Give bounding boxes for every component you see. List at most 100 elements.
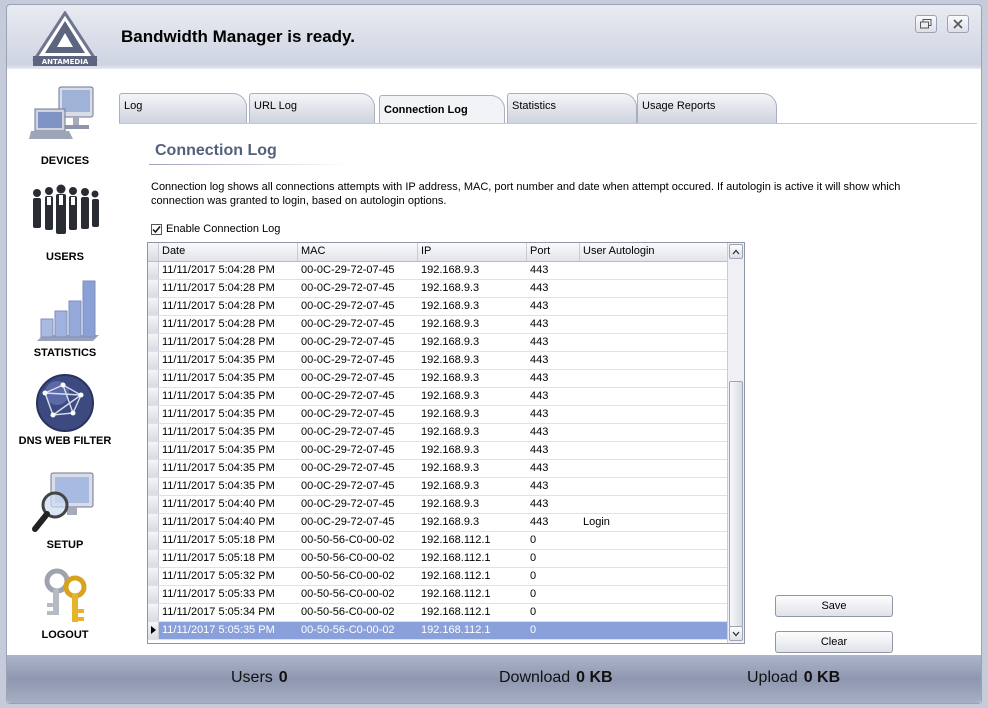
cell-ip: 192.168.9.3 xyxy=(421,336,480,348)
sidebar-item-label: SETUP xyxy=(46,539,84,551)
row-indicator[interactable] xyxy=(148,298,159,315)
row-indicator[interactable] xyxy=(148,514,159,531)
tab-connection-log[interactable]: Connection Log xyxy=(379,95,505,125)
enable-connection-log-label[interactable]: Enable Connection Log xyxy=(166,223,280,235)
row-indicator[interactable] xyxy=(148,550,159,567)
row-indicator[interactable] xyxy=(148,352,159,369)
column-header-port[interactable]: Port xyxy=(527,243,580,261)
row-indicator[interactable] xyxy=(148,532,159,549)
cell-user-autologin xyxy=(580,298,728,315)
scroll-down-button[interactable] xyxy=(729,626,743,641)
cell-date: 11/11/2017 5:04:35 PM xyxy=(162,462,275,474)
cell-user-autologin xyxy=(580,334,728,351)
row-indicator[interactable] xyxy=(148,406,159,423)
row-indicator[interactable] xyxy=(148,568,159,585)
checkmark-icon xyxy=(152,225,161,233)
restore-button[interactable] xyxy=(915,15,937,33)
row-indicator[interactable] xyxy=(148,622,159,639)
table-row[interactable]: 11/11/2017 5:05:35 PM 00-50-56-C0-00-02 19… xyxy=(148,622,728,640)
globe-network-icon xyxy=(36,374,94,432)
cell-date: 11/11/2017 5:04:35 PM xyxy=(162,372,275,384)
cell-date: 11/11/2017 5:05:35 PM xyxy=(162,624,275,636)
row-indicator[interactable] xyxy=(148,334,159,351)
column-header-ip[interactable]: IP xyxy=(418,243,527,261)
column-header-date[interactable]: Date xyxy=(159,243,298,261)
table-row[interactable]: 11/11/2017 5:04:40 PM 00-0C-29-72-07-45 19… xyxy=(148,514,728,532)
table-row[interactable]: 11/11/2017 5:04:35 PM 00-0C-29-72-07-45 19… xyxy=(148,478,728,496)
table-row[interactable]: 11/11/2017 5:04:28 PM 00-0C-29-72-07-45 19… xyxy=(148,262,728,280)
row-indicator[interactable] xyxy=(148,442,159,459)
sidebar-item-users[interactable]: USERS xyxy=(17,179,113,263)
column-header-user-autologin[interactable]: User Autologin xyxy=(580,243,728,261)
sidebar-item-logout[interactable]: LOGOUT xyxy=(17,567,113,641)
cell-ip: 192.168.9.3 xyxy=(421,300,480,312)
table-row[interactable]: 11/11/2017 5:04:35 PM 00-0C-29-72-07-45 19… xyxy=(148,352,728,370)
cell-ip: 192.168.9.3 xyxy=(421,444,480,456)
cell-mac: 00-0C-29-72-07-45 xyxy=(301,354,395,366)
close-button[interactable] xyxy=(947,15,969,33)
table-row[interactable]: 11/11/2017 5:05:18 PM 00-50-56-C0-00-02 19… xyxy=(148,532,728,550)
row-indicator[interactable] xyxy=(148,316,159,333)
row-indicator[interactable] xyxy=(148,424,159,441)
table-row[interactable]: 11/11/2017 5:04:40 PM 00-0C-29-72-07-45 19… xyxy=(148,496,728,514)
cell-mac: 00-0C-29-72-07-45 xyxy=(301,336,395,348)
vertical-scrollbar[interactable] xyxy=(727,243,744,643)
cell-date: 11/11/2017 5:04:28 PM xyxy=(162,300,275,312)
table-row[interactable]: 11/11/2017 5:04:28 PM 00-0C-29-72-07-45 19… xyxy=(148,334,728,352)
tab-bar: Log URL Log Connection Log Statistics Us… xyxy=(119,93,799,127)
table-row[interactable]: 11/11/2017 5:04:28 PM 00-0C-29-72-07-45 19… xyxy=(148,280,728,298)
row-indicator[interactable] xyxy=(148,586,159,603)
row-indicator[interactable] xyxy=(148,604,159,621)
cell-user-autologin xyxy=(580,550,728,567)
table-row[interactable]: 11/11/2017 5:05:32 PM 00-50-56-C0-00-02 19… xyxy=(148,568,728,586)
sidebar-item-label: STATISTICS xyxy=(33,347,97,359)
row-indicator[interactable] xyxy=(148,478,159,495)
row-indicator[interactable] xyxy=(148,496,159,513)
cell-port: 443 xyxy=(530,390,549,402)
table-row[interactable]: 11/11/2017 5:04:28 PM 00-0C-29-72-07-45 19… xyxy=(148,316,728,334)
sidebar-item-devices[interactable]: DEVICES xyxy=(17,83,113,167)
cell-date: 11/11/2017 5:04:28 PM xyxy=(162,336,275,348)
cell-mac: 00-50-56-C0-00-02 xyxy=(301,606,395,618)
sidebar-item-statistics[interactable]: STATISTICS xyxy=(17,275,113,359)
cell-ip: 192.168.112.1 xyxy=(421,588,491,600)
table-row[interactable]: 11/11/2017 5:04:35 PM 00-0C-29-72-07-45 19… xyxy=(148,424,728,442)
enable-connection-log-checkbox[interactable] xyxy=(151,223,162,235)
table-row[interactable]: 11/11/2017 5:05:33 PM 00-50-56-C0-00-02 19… xyxy=(148,586,728,604)
table-row[interactable]: 11/11/2017 5:04:35 PM 00-0C-29-72-07-45 19… xyxy=(148,460,728,478)
row-indicator[interactable] xyxy=(148,388,159,405)
table-row[interactable]: 11/11/2017 5:04:35 PM 00-0C-29-72-07-45 19… xyxy=(148,370,728,388)
cell-date: 11/11/2017 5:04:35 PM xyxy=(162,408,275,420)
cell-date: 11/11/2017 5:05:34 PM xyxy=(162,606,275,618)
connection-log-table[interactable]: Date MAC IP Port User Autologin 11/11/20… xyxy=(147,242,745,644)
row-indicator[interactable] xyxy=(148,370,159,387)
computer-icon xyxy=(29,86,94,139)
sidebar-item-setup[interactable]: SETUP xyxy=(17,471,113,551)
upload-status: Upload 0 KB xyxy=(747,669,840,687)
table-row[interactable]: 11/11/2017 5:05:18 PM 00-50-56-C0-00-02 19… xyxy=(148,550,728,568)
table-row[interactable]: 11/11/2017 5:04:35 PM 00-0C-29-72-07-45 19… xyxy=(148,442,728,460)
table-row[interactable]: 11/11/2017 5:05:34 PM 00-50-56-C0-00-02 19… xyxy=(148,604,728,622)
clear-button[interactable]: Clear xyxy=(775,631,893,653)
column-header-mac[interactable]: MAC xyxy=(298,243,418,261)
cell-date: 11/11/2017 5:04:35 PM xyxy=(162,444,275,456)
row-indicator[interactable] xyxy=(148,262,159,279)
save-button[interactable]: Save xyxy=(775,595,893,617)
scroll-up-button[interactable] xyxy=(729,244,743,259)
table-row[interactable]: 11/11/2017 5:04:35 PM 00-0C-29-72-07-45 19… xyxy=(148,388,728,406)
cell-mac: 00-0C-29-72-07-45 xyxy=(301,390,395,402)
cell-port: 443 xyxy=(530,408,549,420)
tab-statistics[interactable]: Statistics xyxy=(507,93,637,123)
scroll-thumb[interactable] xyxy=(729,381,743,627)
tab-log[interactable]: Log xyxy=(119,93,247,123)
row-indicator[interactable] xyxy=(148,460,159,477)
cell-date: 11/11/2017 5:04:35 PM xyxy=(162,426,275,438)
tab-url-log[interactable]: URL Log xyxy=(249,93,375,123)
table-row[interactable]: 11/11/2017 5:04:28 PM 00-0C-29-72-07-45 19… xyxy=(148,298,728,316)
cell-ip: 192.168.112.1 xyxy=(421,624,491,636)
tab-usage-reports[interactable]: Usage Reports xyxy=(637,93,777,123)
table-row[interactable]: 11/11/2017 5:04:35 PM 00-0C-29-72-07-45 19… xyxy=(148,406,728,424)
cell-ip: 192.168.9.3 xyxy=(421,282,480,294)
row-indicator[interactable] xyxy=(148,280,159,297)
sidebar-item-dns-web-filter[interactable]: DNS WEB FILTER xyxy=(17,373,113,447)
